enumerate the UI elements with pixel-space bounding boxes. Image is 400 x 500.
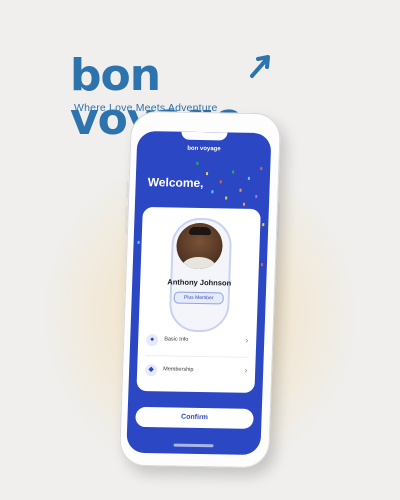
confetti bbox=[219, 180, 222, 184]
arrow-up-icon bbox=[250, 55, 270, 78]
phone-notch bbox=[181, 131, 228, 141]
home-indicator bbox=[173, 443, 214, 448]
app-screen: bon voyage Welcome, Anthony Johnson Plus… bbox=[126, 130, 272, 456]
confetti bbox=[232, 170, 235, 174]
confetti bbox=[242, 202, 246, 206]
confetti bbox=[255, 194, 258, 198]
phone-mockup: bon voyage Welcome, Anthony Johnson Plus… bbox=[118, 110, 282, 469]
menu-item-membership[interactable]: ◆ Membership › bbox=[137, 359, 256, 385]
confetti bbox=[137, 240, 140, 244]
confetti bbox=[205, 172, 209, 176]
confetti bbox=[247, 176, 250, 180]
app-logo: bon voyage bbox=[187, 145, 221, 153]
confetti bbox=[196, 161, 199, 165]
brand-logo: bon voyage Where Love Meets Adventure bbox=[70, 54, 330, 142]
shield-icon: ◆ bbox=[144, 364, 158, 377]
menu-item-label: Basic Info bbox=[164, 336, 189, 343]
menu-item-label: Membership bbox=[163, 366, 194, 373]
confetti bbox=[260, 263, 263, 267]
phone-frame: bon voyage Welcome, Anthony Johnson Plus… bbox=[118, 110, 282, 469]
user-icon: ● bbox=[145, 334, 159, 347]
confetti bbox=[262, 223, 265, 227]
confetti bbox=[260, 167, 263, 171]
divider bbox=[145, 355, 248, 358]
membership-badge: Plus Member bbox=[173, 291, 224, 305]
confirm-button[interactable]: Confirm bbox=[135, 406, 254, 429]
profile-card: Anthony Johnson Plus Member ● Basic Info… bbox=[136, 207, 261, 393]
confetti bbox=[225, 196, 228, 200]
chevron-right-icon: › bbox=[245, 335, 249, 345]
chevron-right-icon: › bbox=[244, 365, 248, 375]
user-name: Anthony Johnson bbox=[167, 277, 232, 288]
welcome-heading: Welcome, bbox=[147, 175, 204, 191]
confetti bbox=[239, 188, 242, 192]
confetti bbox=[211, 190, 214, 194]
menu-item-basic-info[interactable]: ● Basic Info › bbox=[138, 329, 257, 355]
